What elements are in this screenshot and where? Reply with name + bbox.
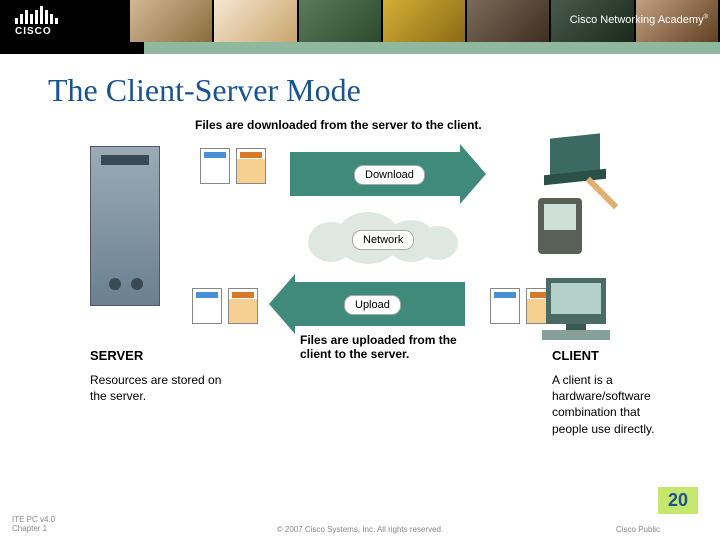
page-number: 20 (658, 487, 698, 514)
files-download-icon (200, 148, 266, 184)
trademark-icon: ® (704, 14, 708, 20)
monitor-icon (546, 278, 606, 324)
upload-caption: Files are uploaded from the client to th… (300, 333, 480, 361)
stylus-icon (586, 177, 619, 210)
network-label: Network (352, 230, 414, 250)
diagram-area: Files are downloaded from the server to … (90, 118, 644, 446)
download-label: Download (354, 165, 425, 185)
footer-course: ITE PC v4.0 (12, 515, 55, 524)
cisco-logo: CISCO (15, 6, 58, 37)
files-server-icon (192, 288, 258, 324)
pda-icon (538, 198, 582, 254)
client-heading: CLIENT (552, 348, 599, 363)
cisco-logo-bars-icon (15, 6, 58, 24)
server-icon (90, 146, 160, 306)
upload-label: Upload (344, 295, 401, 315)
footer-copyright: © 2007 Cisco Systems, Inc. All rights re… (0, 525, 720, 534)
download-caption: Files are downloaded from the server to … (195, 118, 482, 132)
footer-classification: Cisco Public (616, 525, 660, 534)
cisco-logo-text: CISCO (15, 26, 58, 37)
header-accent-bar (0, 42, 720, 54)
keyboard-icon (542, 330, 610, 340)
academy-text: Cisco Networking Academy (570, 14, 704, 26)
academy-brand: Cisco Networking Academy® (570, 14, 708, 26)
server-description: Resources are stored on the server. (90, 372, 240, 404)
client-description: A client is a hardware/software combinat… (552, 372, 662, 437)
phone-icon (550, 133, 600, 178)
slide-header: CISCO Cisco Networking Academy® (0, 0, 720, 54)
slide-title: The Client-Server Mode (48, 72, 720, 109)
server-heading: SERVER (90, 348, 143, 363)
